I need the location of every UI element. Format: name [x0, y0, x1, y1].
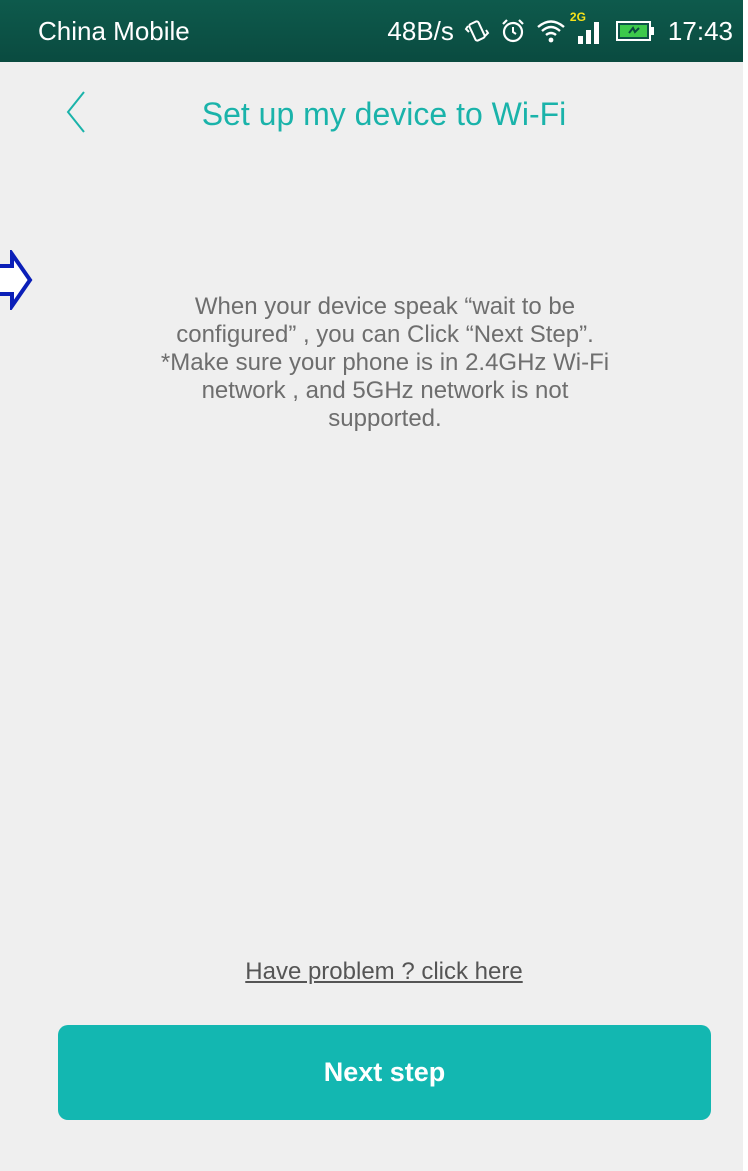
instruction-network-note: *Make sure your phone is in 2.4GHz Wi-Fi… [160, 349, 610, 432]
help-link[interactable]: Have problem ? click here [0, 958, 743, 986]
app-screen: China Mobile 48B/s 2G 17:43 Set up my de… [0, 0, 743, 1171]
network-type-badge: 2G [569, 10, 586, 24]
battery-icon [615, 19, 656, 43]
instruction-wait-message: When your device speak “wait to be confi… [176, 293, 594, 348]
clock: 17:43 [667, 15, 733, 46]
signal-icon: 2G [570, 10, 606, 46]
alarm-icon [500, 18, 526, 44]
page-title: Set up my device to Wi-Fi [201, 96, 567, 132]
vibrate-icon [464, 18, 490, 44]
instructions-text: When your device speak “wait to be confi… [150, 293, 620, 433]
carrier-name: China Mobile [38, 16, 190, 46]
network-speed: 48B/s [387, 15, 454, 46]
next-step-button[interactable]: Next step [58, 1025, 711, 1120]
status-icons: 48B/s 2G 17:43 [387, 10, 733, 50]
status-bar: China Mobile 48B/s 2G 17:43 [0, 0, 743, 62]
pointer-arrow-icon [0, 247, 34, 315]
wifi-icon [536, 18, 566, 44]
